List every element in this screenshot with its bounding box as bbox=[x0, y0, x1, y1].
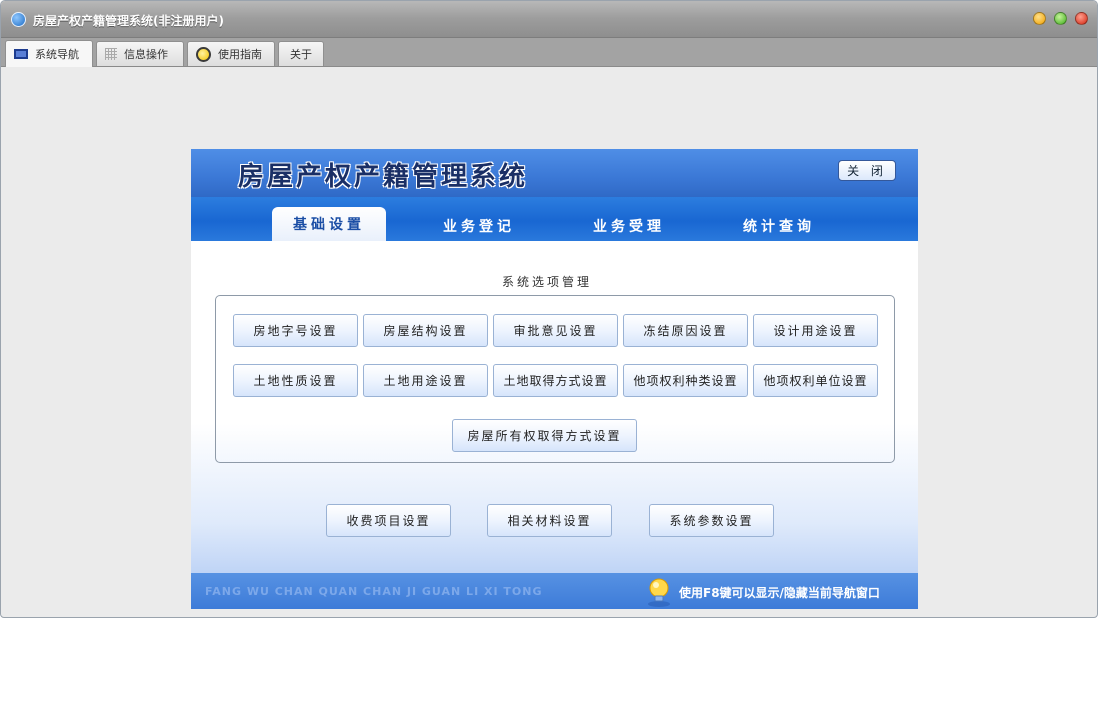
window-title: 房屋产权产籍管理系统(非注册用户) bbox=[33, 14, 224, 28]
approval-opinion-settings-button[interactable]: 审批意见设置 bbox=[493, 314, 618, 347]
land-acquisition-method-settings-button[interactable]: 土地取得方式设置 bbox=[493, 364, 618, 397]
options-group: 房地字号设置 房屋结构设置 审批意见设置 冻结原因设置 设计用途设置 土地性质设… bbox=[215, 295, 895, 463]
panel-footer: FANG WU CHAN QUAN CHAN JI GUAN LI XI TON… bbox=[191, 573, 918, 609]
monitor-icon bbox=[14, 49, 28, 59]
maximize-button[interactable] bbox=[1054, 12, 1067, 25]
building-structure-settings-button[interactable]: 房屋结构设置 bbox=[363, 314, 488, 347]
navigation-panel: 房屋产权产籍管理系统 关 闭 基础设置 业务登记 业务受理 统计查询 系统选项管… bbox=[191, 149, 918, 609]
nav-tab-statistics-query[interactable]: 统计查询 bbox=[722, 210, 836, 241]
section-title: 系统选项管理 bbox=[501, 275, 592, 289]
nav-tab-business-accept[interactable]: 业务受理 bbox=[572, 210, 686, 241]
main-tab-bar: 系统导航 信息操作 使用指南 关于 bbox=[1, 38, 1097, 67]
grid-icon bbox=[105, 48, 117, 60]
ownership-acquisition-method-settings-button[interactable]: 房屋所有权取得方式设置 bbox=[452, 419, 637, 452]
panel-close-button[interactable]: 关 闭 bbox=[838, 160, 896, 181]
panel-nav-bar: 基础设置 业务登记 业务受理 统计查询 bbox=[191, 197, 918, 241]
app-logo-icon bbox=[11, 12, 26, 27]
close-window-button[interactable] bbox=[1075, 12, 1088, 25]
tab-user-guide[interactable]: 使用指南 bbox=[187, 41, 275, 66]
design-use-settings-button[interactable]: 设计用途设置 bbox=[753, 314, 878, 347]
f8-hint-text: 使用F8键可以显示/隐藏当前导航窗口 bbox=[679, 586, 880, 600]
pinyin-watermark: FANG WU CHAN QUAN CHAN JI GUAN LI XI TON… bbox=[205, 585, 543, 598]
fee-item-settings-button[interactable]: 收费项目设置 bbox=[326, 504, 451, 537]
system-parameter-settings-button[interactable]: 系统参数设置 bbox=[649, 504, 774, 537]
tab-about[interactable]: 关于 bbox=[278, 41, 324, 66]
land-use-settings-button[interactable]: 土地用途设置 bbox=[363, 364, 488, 397]
tab-info-ops[interactable]: 信息操作 bbox=[96, 41, 184, 66]
panel-title: 房屋产权产籍管理系统 bbox=[238, 162, 529, 192]
tab-label: 系统导航 bbox=[35, 48, 79, 61]
nav-tab-basic-settings[interactable]: 基础设置 bbox=[272, 207, 386, 241]
freeze-reason-settings-button[interactable]: 冻结原因设置 bbox=[623, 314, 748, 347]
land-nature-settings-button[interactable]: 土地性质设置 bbox=[233, 364, 358, 397]
help-circle-icon bbox=[196, 46, 211, 62]
panel-body: 系统选项管理 房地字号设置 房屋结构设置 审批意见设置 冻结原因设置 设计用途设… bbox=[191, 241, 918, 573]
tab-system-nav[interactable]: 系统导航 bbox=[5, 40, 93, 67]
tab-label: 使用指南 bbox=[218, 48, 262, 61]
minimize-button[interactable] bbox=[1033, 12, 1046, 25]
title-bar[interactable]: 房屋产权产籍管理系统(非注册用户) bbox=[1, 1, 1097, 38]
app-window: 房屋产权产籍管理系统(非注册用户) 系统导航 信息操作 使用指南 关于 房屋产权… bbox=[0, 0, 1098, 618]
tab-label: 信息操作 bbox=[124, 48, 168, 61]
tab-label: 关于 bbox=[290, 48, 312, 61]
other-right-unit-settings-button[interactable]: 他项权利单位设置 bbox=[753, 364, 878, 397]
lightbulb-icon bbox=[648, 578, 670, 607]
panel-header: 房屋产权产籍管理系统 关 闭 bbox=[191, 149, 918, 197]
nav-tab-business-register[interactable]: 业务登记 bbox=[422, 210, 536, 241]
other-right-type-settings-button[interactable]: 他项权利种类设置 bbox=[623, 364, 748, 397]
related-material-settings-button[interactable]: 相关材料设置 bbox=[487, 504, 612, 537]
property-number-settings-button[interactable]: 房地字号设置 bbox=[233, 314, 358, 347]
